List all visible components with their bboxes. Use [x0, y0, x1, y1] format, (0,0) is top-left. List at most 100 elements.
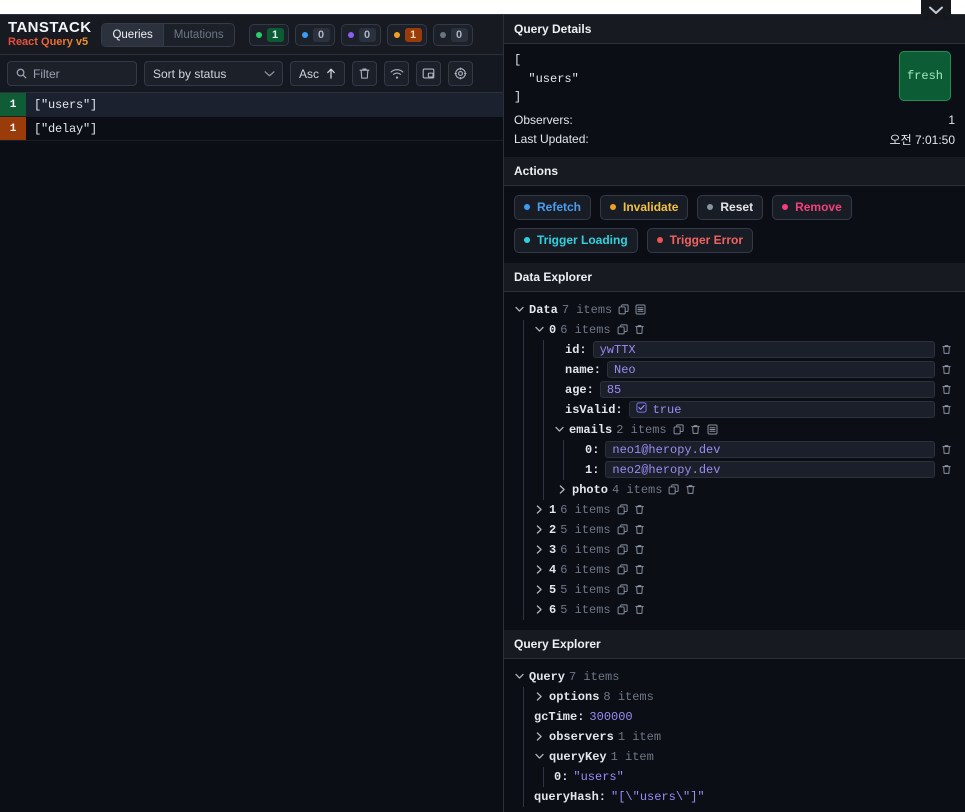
action-remove-button[interactable]: Remove — [772, 194, 852, 220]
delete-icon[interactable] — [941, 444, 955, 455]
copy-icon[interactable] — [617, 524, 628, 535]
node-label: 6 — [549, 602, 557, 617]
query-root-row[interactable]: Query 7 items — [514, 667, 955, 687]
query-list[interactable]: 1 ["users"] 1 ["delay"] — [0, 93, 503, 812]
data-sibling-row[interactable]: 16 items — [534, 500, 955, 520]
property-key: id: — [565, 342, 587, 357]
sort-select[interactable]: Sort by status — [144, 61, 283, 86]
expand-caret-right-icon[interactable] — [534, 692, 545, 701]
emails-row[interactable]: emails 2 items — [554, 420, 955, 440]
property-key: name: — [565, 362, 602, 377]
delete-icon[interactable] — [941, 364, 955, 375]
offline-toggle-icon-button[interactable] — [384, 61, 410, 86]
actions-row-primary: Refetch Invalidate Reset Remove — [514, 194, 955, 220]
query-options-row[interactable]: options 8 items — [534, 687, 955, 707]
tab-queries[interactable]: Queries — [102, 23, 163, 46]
checkbox-checked-icon[interactable] — [636, 402, 647, 417]
expand-caret-right-icon[interactable] — [534, 732, 545, 741]
property-value-input[interactable] — [607, 361, 935, 379]
status-pill-fetching[interactable]: 0 — [294, 23, 335, 46]
action-refetch-button[interactable]: Refetch — [514, 194, 592, 220]
node-count: 6 items — [560, 502, 611, 517]
action-reset-button[interactable]: Reset — [697, 194, 764, 220]
expand-caret-right-icon[interactable] — [534, 585, 545, 594]
status-counts: 1 0 0 1 0 — [248, 23, 473, 46]
data-sibling-row[interactable]: 46 items — [534, 560, 955, 580]
tab-mutations[interactable]: Mutations — [164, 24, 234, 46]
status-pill-paused[interactable]: 0 — [340, 23, 381, 46]
actions-row-secondary: Trigger Loading Trigger Error — [514, 227, 955, 253]
action-invalidate-button[interactable]: Invalidate — [600, 194, 689, 220]
data-sibling-row[interactable]: 36 items — [534, 540, 955, 560]
expand-caret-down-icon[interactable] — [534, 326, 545, 333]
data-root-row[interactable]: Data 7 items — [514, 300, 955, 320]
copy-icon[interactable] — [617, 324, 628, 335]
picture-in-picture-icon-button[interactable] — [416, 61, 442, 86]
delete-icon[interactable] — [941, 464, 955, 475]
query-details-panel[interactable]: Query Details [ "users" ] fresh Observer… — [504, 15, 965, 812]
delete-icon[interactable] — [634, 324, 645, 335]
devtools-collapse-button[interactable] — [921, 0, 951, 20]
queryhash-value: "[\"users\"]" — [611, 789, 705, 804]
delete-icon[interactable] — [690, 424, 701, 435]
delete-icon[interactable] — [941, 404, 955, 415]
delete-icon[interactable] — [685, 484, 696, 495]
expand-caret-right-icon[interactable] — [534, 545, 545, 554]
delete-icon[interactable] — [941, 384, 955, 395]
expand-caret-down-icon[interactable] — [514, 306, 525, 313]
expand-caret-down-icon[interactable] — [534, 753, 545, 760]
copy-icon[interactable] — [673, 424, 684, 435]
action-trigger-loading-button[interactable]: Trigger Loading — [514, 227, 638, 253]
status-pill-stale[interactable]: 1 — [386, 23, 427, 46]
settings-icon-button[interactable] — [448, 61, 474, 86]
email-value-input[interactable] — [605, 461, 935, 479]
delete-icon[interactable] — [634, 544, 645, 555]
expand-caret-right-icon[interactable] — [534, 505, 545, 514]
property-value-boolean[interactable]: true — [628, 401, 935, 419]
copy-icon[interactable] — [617, 544, 628, 555]
data-sibling-row[interactable]: 25 items — [534, 520, 955, 540]
delete-icon[interactable] — [634, 564, 645, 575]
clear-cache-icon-button[interactable] — [352, 61, 378, 86]
query-querykey-row[interactable]: queryKey 1 item — [534, 747, 955, 767]
delete-icon[interactable] — [634, 604, 645, 615]
expand-caret-right-icon[interactable] — [557, 485, 568, 494]
copy-icon[interactable] — [668, 484, 680, 495]
delete-icon[interactable] — [634, 584, 645, 595]
view-as-list-icon[interactable] — [707, 424, 718, 435]
action-trigger-error-button[interactable]: Trigger Error — [646, 227, 754, 253]
view-as-list-icon[interactable] — [635, 304, 646, 315]
copy-icon[interactable] — [617, 604, 628, 615]
data-sibling-row[interactable]: 55 items — [534, 580, 955, 600]
status-count-fresh: 1 — [266, 27, 284, 42]
copy-icon[interactable] — [618, 304, 629, 315]
email-value-input[interactable] — [605, 441, 935, 459]
data-sibling-row[interactable]: 65 items — [534, 600, 955, 620]
photo-row[interactable]: photo 4 items — [554, 480, 955, 500]
copy-icon[interactable] — [617, 504, 628, 515]
delete-icon[interactable] — [941, 344, 955, 355]
expand-caret-down-icon[interactable] — [514, 673, 525, 680]
data-item-0-row[interactable]: 0 6 items — [534, 320, 955, 340]
query-observers-row[interactable]: observers 1 item — [534, 727, 955, 747]
status-pill-inactive[interactable]: 0 — [432, 23, 473, 46]
copy-icon[interactable] — [617, 564, 628, 575]
property-value-input[interactable] — [592, 341, 935, 359]
expand-caret-right-icon[interactable] — [534, 565, 545, 574]
delete-icon[interactable] — [634, 504, 645, 515]
copy-icon[interactable] — [617, 584, 628, 595]
sort-order-button[interactable]: Asc — [290, 61, 346, 86]
node-count: 6 items — [560, 562, 611, 577]
expand-caret-right-icon[interactable] — [534, 525, 545, 534]
expand-caret-right-icon[interactable] — [534, 605, 545, 614]
status-pill-fresh[interactable]: 1 — [248, 23, 289, 46]
expand-caret-down-icon[interactable] — [554, 426, 565, 433]
search-input-wrap[interactable] — [7, 61, 137, 86]
property-value-input[interactable] — [599, 381, 935, 399]
query-list-item[interactable]: 1 ["users"] — [0, 93, 503, 117]
delete-icon[interactable] — [634, 524, 645, 535]
data-explorer-heading: Data Explorer — [504, 262, 965, 292]
query-details-body: [ "users" ] fresh Observers: 1 Last Upda… — [504, 44, 965, 157]
query-list-item[interactable]: 1 ["delay"] — [0, 117, 503, 141]
search-input[interactable] — [33, 66, 128, 81]
